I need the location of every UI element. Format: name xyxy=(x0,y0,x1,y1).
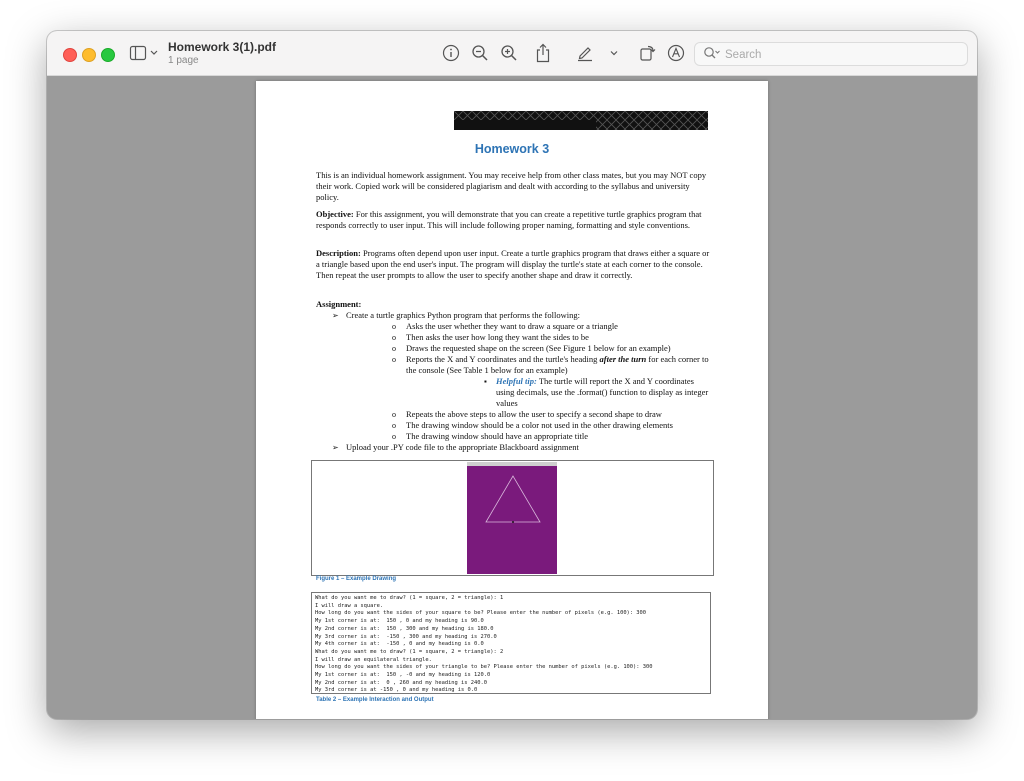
description-label: Description: xyxy=(316,248,361,258)
console-output-table: What do you want me to draw? (1 = square… xyxy=(311,592,711,694)
console-line: My 1st corner is at: 150 , -0 and my hea… xyxy=(315,672,491,679)
search-icon xyxy=(703,46,721,65)
annotate-icon xyxy=(667,44,685,62)
search-field[interactable] xyxy=(694,42,968,66)
minimize-button[interactable] xyxy=(82,48,96,62)
console-line: I will draw a square. xyxy=(315,602,384,609)
rotate-button[interactable] xyxy=(637,42,657,64)
title-bar: Homework 3(1).pdf 1 page xyxy=(47,31,977,76)
objective-label: Objective: xyxy=(316,209,354,219)
figure-1-box xyxy=(311,460,714,576)
sidebar-icon xyxy=(129,45,158,61)
rotate-icon xyxy=(640,45,656,61)
fullscreen-button[interactable] xyxy=(101,48,115,62)
console-line: My 3rd corner is at: -150 , 300 and my h… xyxy=(315,633,497,640)
list-item: Asks the user whether they want to draw … xyxy=(346,321,710,332)
chevron-down-icon xyxy=(610,51,618,56)
zoom-out-button[interactable] xyxy=(469,42,491,64)
console-line: What do you want me to draw? (1 = square… xyxy=(315,595,504,601)
pdf-page: Homework 3 This is an individual homewor… xyxy=(256,81,768,719)
zoom-in-icon xyxy=(501,45,517,61)
console-line: What do you want me to draw? (1 = square… xyxy=(315,648,504,655)
console-line: My 2nd corner is at: 150 , 300 and my he… xyxy=(315,625,494,632)
list-item: The drawing window should have an approp… xyxy=(346,431,710,442)
list-item: Then asks the user how long they want th… xyxy=(346,332,710,343)
console-line: I will draw an equilateral triangle. xyxy=(315,656,432,663)
description-paragraph: Description: Programs often depend upon … xyxy=(316,248,710,281)
console-line: How long do you want the sides of your s… xyxy=(315,610,647,617)
document-title: Homework 3(1).pdf xyxy=(168,40,277,54)
triangle-drawing xyxy=(485,475,541,523)
redaction-block xyxy=(454,111,708,130)
turtle-window-image xyxy=(467,462,557,574)
console-line: My 2nd corner is at: 0 , 260 and my head… xyxy=(315,679,488,686)
sidebar-toggle-button[interactable] xyxy=(129,42,159,64)
zoom-in-button[interactable] xyxy=(498,42,520,64)
close-button[interactable] xyxy=(63,48,77,62)
figure-caption: Figure 1 – Example Drawing xyxy=(316,576,397,582)
description-text: Programs often depend upon user input. C… xyxy=(316,248,710,280)
annotate-button[interactable] xyxy=(666,42,686,64)
list-item: Helpful tip: The turtle will report the … xyxy=(406,376,710,409)
intro-paragraph: This is an individual homework assignmen… xyxy=(316,170,707,202)
objective-text: For this assignment, you will demonstrat… xyxy=(316,209,702,230)
assignment-list: Create a turtle graphics Python program … xyxy=(316,310,710,453)
helpful-tip-label: Helpful tip: xyxy=(496,376,537,386)
share-button[interactable] xyxy=(532,42,554,64)
markup-pen-icon xyxy=(578,47,592,62)
markup-menu-button[interactable] xyxy=(608,42,620,64)
console-line: My 3rd corner is at -150 , 0 and my head… xyxy=(315,687,478,694)
bullet-create-text: Create a turtle graphics Python program … xyxy=(346,310,580,320)
page-count: 1 page xyxy=(168,55,199,66)
list-item: Draws the requested shape on the screen … xyxy=(346,343,710,354)
list-item: Repeats the above steps to allow the use… xyxy=(346,409,710,420)
assignment-label: Assignment: xyxy=(316,299,362,309)
reports-emphasis: after the turn xyxy=(599,354,647,364)
table-caption: Table 2 – Example Interaction and Output xyxy=(316,697,434,703)
list-item: Create a turtle graphics Python program … xyxy=(316,310,710,442)
sub-list: Asks the user whether they want to draw … xyxy=(346,321,710,442)
zoom-out-icon xyxy=(472,45,488,61)
list-item: Upload your .PY code file to the appropr… xyxy=(316,442,710,453)
info-icon xyxy=(442,44,460,62)
console-line: My 1st corner is at: 150 , 0 and my head… xyxy=(315,618,484,625)
info-button[interactable] xyxy=(440,42,462,64)
reports-text-a: Reports the X and Y coordinates and the … xyxy=(406,354,600,364)
console-line: My 4th corner is at: -150 , 0 and my hea… xyxy=(315,641,484,648)
homework-title: Homework 3 xyxy=(474,142,550,156)
search-input[interactable] xyxy=(723,45,957,65)
list-item: Reports the X and Y coordinates and the … xyxy=(346,354,710,409)
markup-button[interactable] xyxy=(575,42,595,64)
assignment-section: Assignment: Create a turtle graphics Pyt… xyxy=(316,299,710,453)
objective-paragraph: Objective: For this assignment, you will… xyxy=(316,209,710,231)
console-line: How long do you want the sides of your t… xyxy=(315,664,653,671)
tip-list: Helpful tip: The turtle will report the … xyxy=(406,376,710,409)
preview-window: Homework 3(1).pdf 1 page Search Homework… xyxy=(47,31,977,719)
list-item: The drawing window should be a color not… xyxy=(346,420,710,431)
share-icon xyxy=(536,43,550,63)
